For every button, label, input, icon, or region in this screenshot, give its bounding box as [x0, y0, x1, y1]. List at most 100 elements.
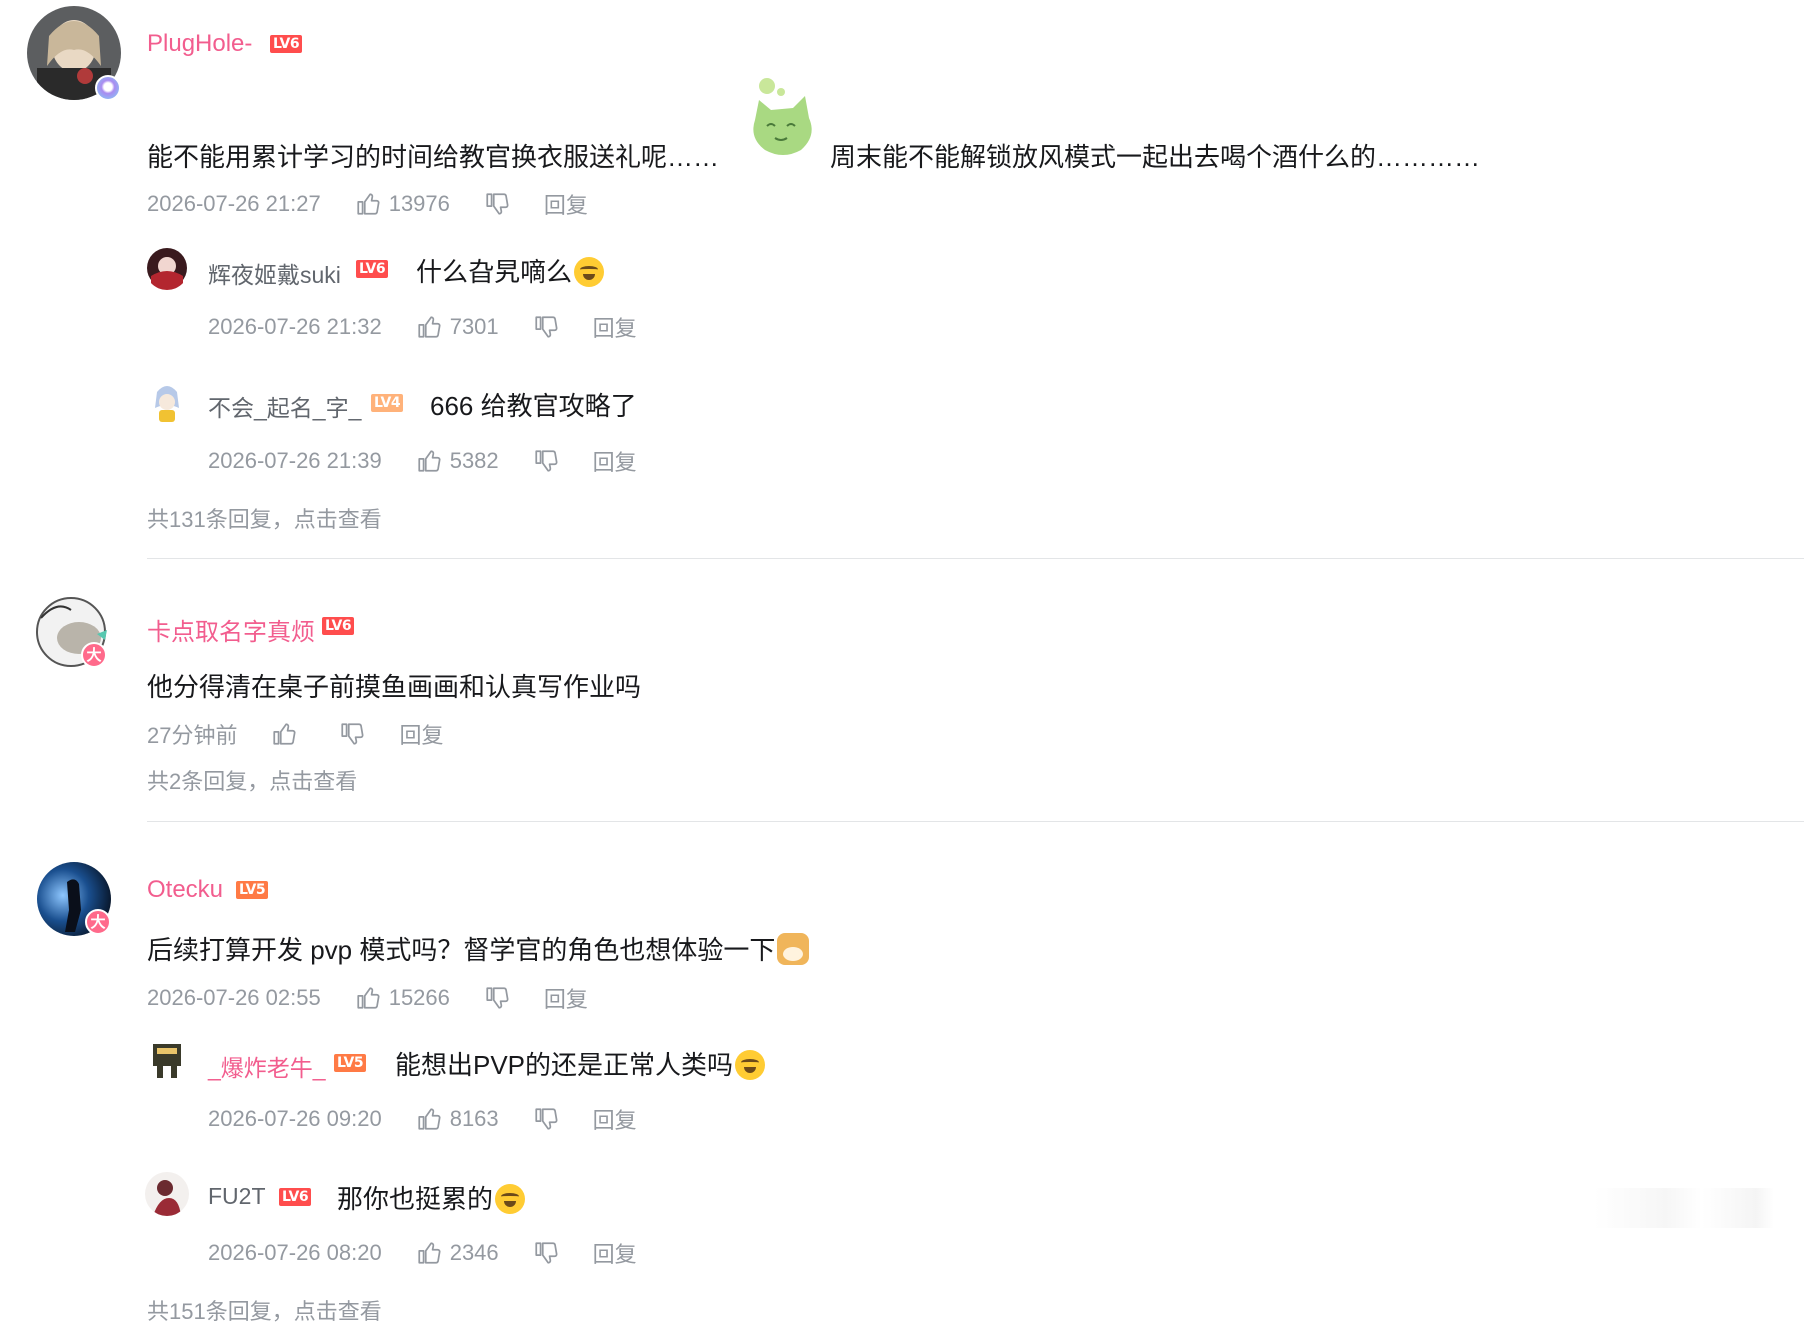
thumb-down-icon: [484, 985, 510, 1011]
thumb-up-icon: [355, 985, 381, 1011]
dislike-button[interactable]: [484, 191, 510, 217]
reply-meta: 2026-07-26 09:20 8163 回复: [208, 1103, 637, 1135]
reply-content: 什么旮旯嘀么: [416, 252, 605, 289]
like-button[interactable]: [271, 721, 305, 747]
user-avatar-icon: [145, 1172, 189, 1216]
comment-time: 2026-07-26 02:55: [147, 985, 321, 1010]
like-count: 8163: [449, 1106, 499, 1131]
thumb-up-icon: [416, 1106, 442, 1132]
comment-username[interactable]: Otecku: [147, 876, 223, 904]
vip-badge-icon: [95, 75, 121, 101]
reply-avatar[interactable]: [145, 1038, 189, 1082]
laugh-cry-emoji-icon: [574, 257, 605, 287]
big-member-badge-icon: 大: [81, 642, 107, 668]
comment-content-continued: 周末能不能解锁放风模式一起出去喝个酒什么的…………: [830, 142, 1481, 172]
reply-avatar[interactable]: [145, 1172, 189, 1216]
dislike-button[interactable]: [484, 985, 510, 1011]
reply-button[interactable]: 回复: [544, 982, 588, 1014]
doge-emoji-icon: [777, 933, 810, 965]
reply-username[interactable]: _爆炸老牛_: [208, 1049, 326, 1083]
like-count: 7301: [449, 314, 499, 339]
reply-avatar[interactable]: [145, 380, 189, 424]
comment-content: 他分得清在桌子前摸鱼画画和认真写作业吗: [147, 672, 642, 702]
comment-meta: 27分钟前 回复: [147, 718, 444, 750]
reply-button[interactable]: 回复: [399, 718, 443, 750]
thumb-down-icon: [533, 448, 559, 474]
like-button[interactable]: 13976: [355, 191, 450, 217]
reply-avatar[interactable]: [145, 246, 189, 290]
like-button[interactable]: 7301: [416, 314, 499, 340]
like-count: 13976: [388, 191, 450, 216]
reply-time: 2026-07-26 21:32: [208, 314, 382, 339]
green-cat-sticker: [753, 78, 812, 155]
reply-button[interactable]: 回复: [593, 1237, 637, 1269]
reply-content: 那你也挺累的: [337, 1179, 526, 1216]
level-badge: LV6: [322, 617, 355, 635]
view-more-replies-link[interactable]: 共151条回复，点击查看: [147, 1294, 382, 1326]
dislike-button[interactable]: [533, 314, 559, 340]
reply-meta: 2026-07-26 21:39 5382 回复: [208, 445, 637, 477]
reply-button[interactable]: 回复: [593, 1103, 637, 1135]
laugh-cry-emoji-icon: [735, 1050, 766, 1080]
like-button[interactable]: 15266: [355, 985, 450, 1011]
level-badge: LV6: [270, 35, 303, 53]
like-count: 15266: [388, 985, 450, 1010]
thumb-down-icon: [484, 191, 510, 217]
comment-meta: 2026-07-26 21:27 13976 回复: [147, 188, 588, 220]
reply-time: 2026-07-26 21:39: [208, 448, 382, 473]
thumb-down-icon: [533, 1106, 559, 1132]
reply-button[interactable]: 回复: [593, 445, 637, 477]
laugh-cry-emoji-icon: [495, 1184, 526, 1214]
dislike-button[interactable]: [339, 721, 365, 747]
view-more-replies-link[interactable]: 共131条回复，点击查看: [147, 502, 382, 534]
reply-time: 2026-07-26 09:20: [208, 1106, 382, 1131]
comment-username[interactable]: PlugHole-: [147, 30, 252, 58]
dislike-button[interactable]: [533, 448, 559, 474]
user-avatar-icon: [145, 1038, 189, 1082]
reply-button[interactable]: 回复: [544, 188, 588, 220]
thumb-up-icon: [355, 191, 381, 217]
user-avatar-icon: [145, 380, 189, 424]
reply-button[interactable]: 回复: [593, 311, 637, 343]
reply-content: 能想出PVP的还是正常人类吗: [395, 1045, 766, 1082]
thumb-up-icon: [416, 448, 442, 474]
level-badge: LV4: [371, 394, 404, 412]
comment-content: 后续打算开发 pvp 模式吗？督学官的角色也想体验一下: [147, 930, 810, 967]
comment-username[interactable]: 卡点取名字真烦: [147, 612, 315, 647]
reply-meta: 2026-07-26 08:20 2346 回复: [208, 1237, 637, 1269]
like-button[interactable]: 8163: [416, 1106, 499, 1132]
level-badge: LV5: [236, 881, 269, 899]
like-count: 5382: [449, 448, 499, 473]
user-avatar-icon: [145, 246, 189, 290]
thumb-up-icon: [271, 721, 297, 747]
comment-text: 能不能用累计学习的时间给教官换衣服送礼呢……: [147, 142, 720, 172]
reply-username[interactable]: 辉夜姬戴suki: [208, 256, 341, 290]
divider: [147, 558, 1804, 559]
thumb-down-icon: [533, 1240, 559, 1266]
comment-time: 2026-07-26 21:27: [147, 191, 321, 216]
comment-meta: 2026-07-26 02:55 15266 回复: [147, 982, 588, 1014]
thumb-down-icon: [339, 721, 365, 747]
reply-content: 666 给教官攻略了: [430, 391, 637, 421]
reply-username[interactable]: 不会_起名_字_: [208, 389, 361, 423]
big-member-badge-icon: 大: [85, 909, 111, 935]
dislike-button[interactable]: [533, 1240, 559, 1266]
level-badge: LV5: [334, 1054, 367, 1072]
thumb-up-icon: [416, 314, 442, 340]
reply-time: 2026-07-26 08:20: [208, 1240, 382, 1265]
reply-username[interactable]: FU2T: [208, 1183, 266, 1210]
divider: [147, 821, 1804, 822]
level-badge: LV6: [356, 260, 389, 278]
thumb-down-icon: [533, 314, 559, 340]
dislike-button[interactable]: [533, 1106, 559, 1132]
scroll-fade: [1594, 1188, 1774, 1228]
reply-meta: 2026-07-26 21:32 7301 回复: [208, 311, 637, 343]
like-button[interactable]: 2346: [416, 1240, 499, 1266]
comment-time: 27分钟前: [147, 723, 238, 748]
comment-content: 能不能用累计学习的时间给教官换衣服送礼呢……: [147, 137, 719, 174]
like-button[interactable]: 5382: [416, 448, 499, 474]
level-badge: LV6: [279, 1188, 312, 1206]
view-more-replies-link[interactable]: 共2条回复，点击查看: [147, 764, 357, 796]
thumb-up-icon: [416, 1240, 442, 1266]
like-count: 2346: [449, 1240, 499, 1265]
